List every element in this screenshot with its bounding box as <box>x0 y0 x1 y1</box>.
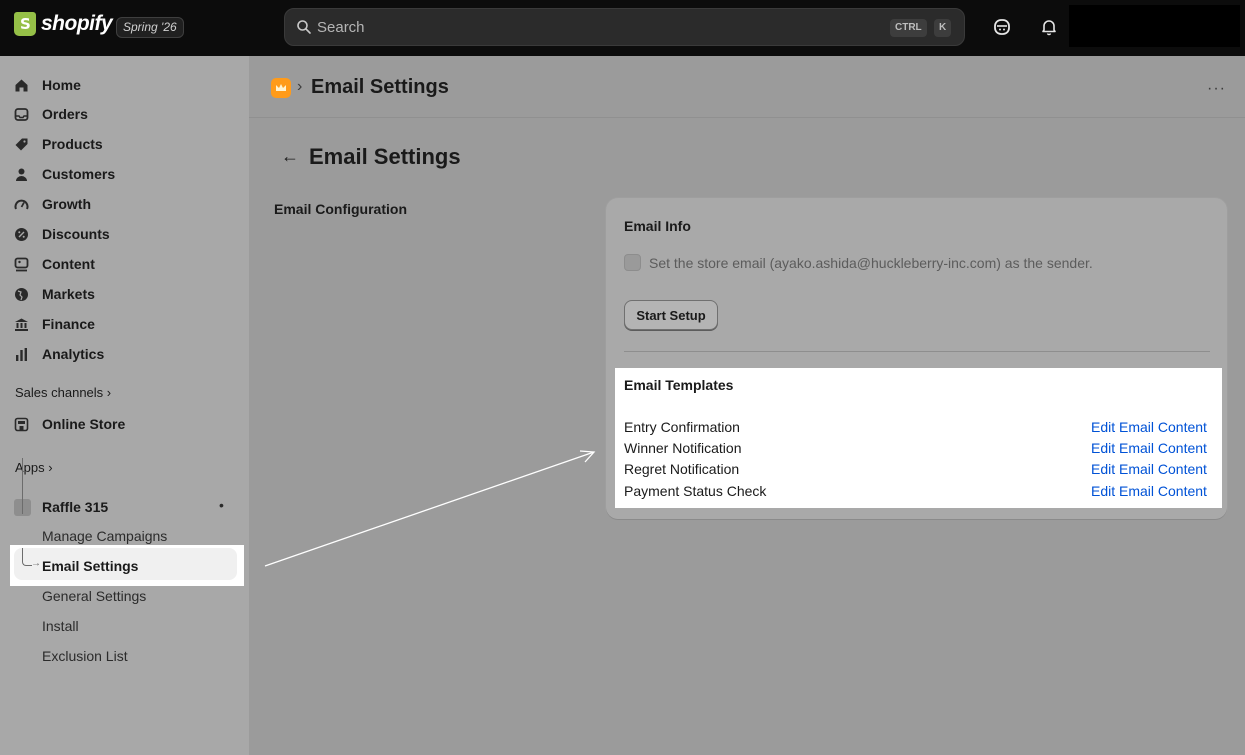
sender-checkbox[interactable] <box>624 254 641 271</box>
shopify-bag-icon <box>14 12 36 36</box>
tree-arrow-icon: → <box>31 558 41 569</box>
app-status-dot: • <box>219 497 224 513</box>
sidebar-item-label: Content <box>42 256 95 272</box>
storefront-icon <box>14 417 29 431</box>
top-bar: shopify Spring '26 Search CTRL K <box>0 0 1245 56</box>
page-title: Email Settings <box>309 144 461 169</box>
breadcrumb-title: Email Settings <box>311 76 449 98</box>
account-menu[interactable] <box>1069 5 1240 47</box>
sidebar-subitem-general-settings[interactable]: General Settings <box>42 588 146 604</box>
sidebar-item-label: Home <box>42 77 81 93</box>
search-bar[interactable]: Search CTRL K <box>284 8 965 46</box>
inbox-icon <box>14 107 29 121</box>
bar-chart-icon <box>16 347 27 361</box>
sidebar-item-growth[interactable]: Growth <box>14 194 91 214</box>
sidebar-item-label: Markets <box>42 286 95 302</box>
home-icon <box>15 79 28 91</box>
sidebar-item-analytics[interactable]: Analytics <box>14 344 104 364</box>
content-icon <box>14 257 29 271</box>
brand-name: shopify <box>41 12 113 35</box>
discount-icon <box>15 227 28 241</box>
templates-heading: Email Templates <box>624 377 734 393</box>
apps-heading[interactable]: Apps › <box>15 460 53 475</box>
template-name: Entry Confirmation <box>624 419 740 435</box>
search-placeholder: Search <box>317 19 365 36</box>
breadcrumb-separator: › <box>297 78 303 95</box>
bank-icon <box>15 318 28 331</box>
sidekick-icon[interactable] <box>992 17 1012 37</box>
back-arrow-icon[interactable]: ← <box>281 146 299 167</box>
sidebar-item-discounts[interactable]: Discounts <box>14 224 110 244</box>
sidebar-item-content[interactable]: Content <box>14 254 95 274</box>
sales-channels-heading[interactable]: Sales channels › <box>15 385 111 400</box>
edit-email-content-link[interactable]: Edit Email Content <box>1091 419 1207 435</box>
sidebar-item-label: Orders <box>42 106 88 122</box>
sidebar-item-label: Discounts <box>42 226 110 242</box>
sidebar-item-finance[interactable]: Finance <box>14 314 95 334</box>
crown-icon <box>276 84 286 91</box>
template-name: Regret Notification <box>624 461 740 477</box>
sidebar-item-label: Growth <box>42 196 91 212</box>
person-icon <box>16 168 27 181</box>
sidebar-item-label: Customers <box>42 166 116 182</box>
tree-line <box>22 458 23 514</box>
divider <box>624 351 1210 352</box>
shortcut-ctrl-key: CTRL <box>890 19 927 37</box>
sidebar-item-raffle-app[interactable]: Raffle 315 <box>14 497 108 517</box>
sidebar-item-online-store[interactable]: Online Store <box>14 414 125 434</box>
sidebar-subitem-email-settings[interactable]: Email Settings <box>42 558 138 574</box>
card-title: Email Info <box>624 218 691 234</box>
sidebar-item-label: Finance <box>42 316 95 332</box>
search-icon <box>297 20 311 34</box>
sidebar-item-customers[interactable]: Customers <box>14 164 115 184</box>
start-setup-button[interactable]: Start Setup <box>624 300 718 330</box>
sidebar-item-home[interactable]: Home <box>14 75 81 95</box>
globe-icon <box>15 287 28 301</box>
sidebar-item-orders[interactable]: Orders <box>14 104 88 124</box>
sidebar-item-label: Online Store <box>42 416 126 432</box>
edit-email-content-link[interactable]: Edit Email Content <box>1091 461 1207 477</box>
shortcut-k-key: K <box>934 19 952 37</box>
edit-email-content-link[interactable]: Edit Email Content <box>1091 483 1207 499</box>
edition-badge: Spring '26 <box>116 17 184 38</box>
sender-checkbox-label: Set the store email (ayako.ashida@huckle… <box>649 255 1093 271</box>
edit-email-content-link[interactable]: Edit Email Content <box>1091 440 1207 456</box>
sidebar-subitem-install[interactable]: Install <box>42 618 79 634</box>
sidebar-subitem-manage-campaigns[interactable]: Manage Campaigns <box>42 528 167 544</box>
sidebar-item-label: Raffle 315 <box>42 499 109 515</box>
sidebar-subitem-exclusion-list[interactable]: Exclusion List <box>42 648 128 664</box>
template-name: Winner Notification <box>624 440 742 456</box>
shopify-logo[interactable]: shopify <box>14 12 113 36</box>
sidebar-item-markets[interactable]: Markets <box>14 284 95 304</box>
sidebar-item-products[interactable]: Products <box>14 134 103 154</box>
gauge-icon <box>14 199 29 209</box>
sidebar-item-label: Analytics <box>42 346 105 362</box>
tag-icon <box>15 138 28 150</box>
section-label: Email Configuration <box>274 201 407 217</box>
bell-icon[interactable] <box>1039 17 1059 37</box>
template-name: Payment Status Check <box>624 483 767 499</box>
more-actions-icon[interactable]: ··· <box>1207 80 1226 98</box>
sidebar-item-label: Products <box>42 136 103 152</box>
raffle-crown-icon[interactable] <box>271 78 291 98</box>
